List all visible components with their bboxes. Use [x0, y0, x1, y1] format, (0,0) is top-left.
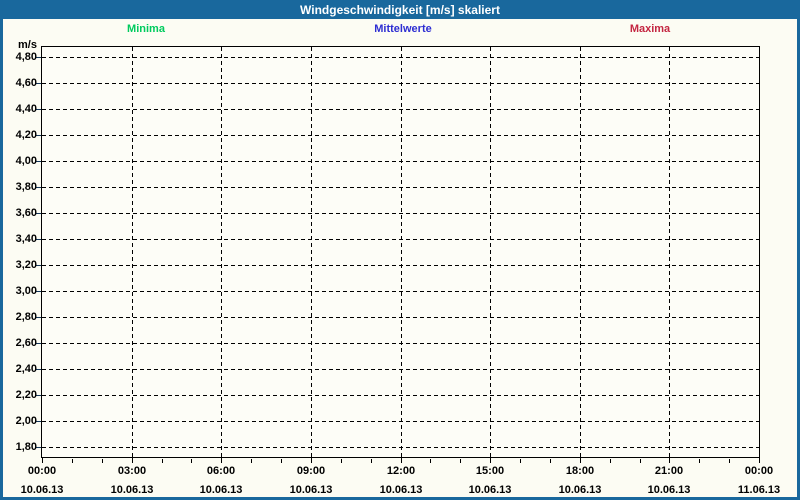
- x-tick-mark: [550, 459, 551, 463]
- y-tick-label: 2,60: [15, 337, 37, 349]
- x-time-label: 18:00: [565, 465, 595, 477]
- x-tick-mark: [311, 458, 312, 463]
- x-time-label: 00:00: [27, 465, 57, 477]
- x-tick-mark: [191, 459, 192, 463]
- x-tick-mark: [281, 459, 282, 463]
- x-tick-mark: [132, 458, 133, 463]
- legend-item-minima: Minima: [127, 23, 165, 35]
- x-tick-mark: [580, 458, 581, 463]
- x-gridline: [132, 47, 133, 457]
- x-tick-mark: [42, 458, 43, 463]
- x-date-label: 10.06.13: [199, 484, 243, 496]
- x-tick-mark: [430, 459, 431, 463]
- x-time-label: 12:00: [386, 465, 416, 477]
- x-time-label: 03:00: [117, 465, 147, 477]
- x-gridline: [669, 47, 670, 457]
- plot-area: [36, 46, 760, 463]
- x-tick-mark: [221, 458, 222, 463]
- x-time-label: 06:00: [206, 465, 236, 477]
- y-tick-label: 3,80: [15, 181, 37, 193]
- x-date-label: 10.06.13: [110, 484, 154, 496]
- x-date-label: 11.06.13: [737, 484, 781, 496]
- x-date-label: 10.06.13: [20, 484, 64, 496]
- y-tick-label: 2,00: [15, 415, 37, 427]
- x-time-label: 00:00: [744, 465, 774, 477]
- x-tick-mark: [610, 459, 611, 463]
- x-gridline: [490, 47, 491, 457]
- x-time-label: 21:00: [654, 465, 684, 477]
- x-tick-mark: [162, 459, 163, 463]
- x-tick-mark: [460, 459, 461, 463]
- x-tick-mark: [371, 459, 372, 463]
- x-gridline: [311, 47, 312, 457]
- x-tick-mark: [251, 459, 252, 463]
- x-date-label: 10.06.13: [558, 484, 602, 496]
- y-tick-label: 3,40: [15, 233, 37, 245]
- x-gridline: [221, 47, 222, 457]
- x-date-label: 10.06.13: [468, 484, 512, 496]
- y-tick-label: 3,20: [15, 259, 37, 271]
- x-tick-mark: [520, 459, 521, 463]
- x-tick-mark: [699, 459, 700, 463]
- x-tick-mark: [759, 458, 760, 463]
- y-tick-label: 4,40: [15, 103, 37, 115]
- x-date-label: 10.06.13: [379, 484, 423, 496]
- x-tick-mark: [401, 458, 402, 463]
- y-tick-label: 4,60: [15, 77, 37, 89]
- x-tick-mark: [729, 459, 730, 463]
- y-tick-label: 4,80: [15, 51, 37, 63]
- x-gridline: [401, 47, 402, 457]
- x-tick-mark: [640, 459, 641, 463]
- y-tick-label: 1,80: [15, 441, 37, 453]
- y-tick-label: 3,00: [15, 285, 37, 297]
- legend-item-mittelwerte: Mittelwerte: [374, 23, 432, 35]
- y-tick-label: 2,80: [15, 311, 37, 323]
- x-tick-mark: [669, 458, 670, 463]
- y-tick-label: 3,60: [15, 207, 37, 219]
- chart-title-bar: Windgeschwindigkeit [m/s] skaliert: [0, 0, 800, 19]
- x-date-label: 10.06.13: [647, 484, 691, 496]
- x-tick-mark: [341, 459, 342, 463]
- x-date-label: 10.06.13: [289, 484, 333, 496]
- x-tick-mark: [72, 459, 73, 463]
- legend-item-maxima: Maxima: [629, 23, 671, 35]
- y-tick-label: 2,20: [15, 389, 37, 401]
- x-time-label: 15:00: [475, 465, 505, 477]
- x-gridline: [580, 47, 581, 457]
- y-tick-label: 2,40: [15, 363, 37, 375]
- chart-title: Windgeschwindigkeit [m/s] skaliert: [300, 3, 500, 17]
- chart-window: Windgeschwindigkeit [m/s] skaliert m/s 4…: [0, 0, 800, 500]
- x-time-label: 09:00: [296, 465, 326, 477]
- x-tick-mark: [102, 459, 103, 463]
- x-tick-mark: [490, 458, 491, 463]
- y-tick-label: 4,20: [15, 129, 37, 141]
- y-tick-label: 4,00: [15, 155, 37, 167]
